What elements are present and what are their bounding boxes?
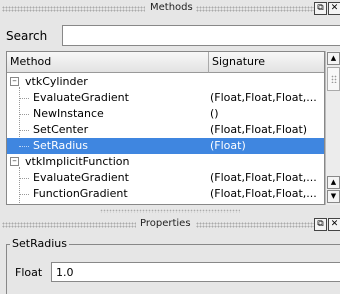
methods-titlebar[interactable]: Methods ⧉ ✕ <box>0 0 340 18</box>
column-header-method[interactable]: Method <box>7 52 209 73</box>
tree-collapse-icon[interactable]: – <box>10 157 19 166</box>
table-row[interactable]: SetCenter (Float,Float,Float) <box>7 122 324 138</box>
methods-panel-title: Methods <box>150 2 193 13</box>
method-name: NewInstance <box>33 107 104 120</box>
panel-splitter-handle[interactable] <box>100 209 240 213</box>
scroll-up-icon[interactable]: ▲ <box>327 176 340 189</box>
scrollbar-thumb-grip <box>331 75 337 83</box>
tree-collapse-icon[interactable]: – <box>10 77 19 86</box>
table-row[interactable]: FunctionGradient (Float,Float,Float,... <box>7 186 324 202</box>
properties-title-grip-left <box>2 222 136 228</box>
method-signature: (Float,Float,Float,... <box>210 171 317 184</box>
search-label: Search <box>6 29 48 43</box>
close-icon[interactable]: ✕ <box>328 2 340 15</box>
method-name: EvaluateGradient <box>33 91 129 104</box>
tree-group-row[interactable]: – vtkCylinder <box>7 74 324 90</box>
method-signature: () <box>210 107 219 120</box>
method-signature: (Float,Float,Float,... <box>210 91 317 104</box>
search-input[interactable] <box>62 25 340 46</box>
tree-branch-line <box>19 194 29 195</box>
method-signature: (Float,Float,Float) <box>210 123 308 136</box>
method-name: SetRadius <box>33 139 88 152</box>
method-name: SetCenter <box>33 123 89 136</box>
table-row-selected[interactable]: SetRadius (Float) <box>7 138 324 154</box>
column-header-signature[interactable]: Signature <box>209 52 324 73</box>
scrollbar-thumb[interactable] <box>327 67 340 91</box>
properties-titlebar[interactable]: Properties ⧉ ✕ <box>0 216 340 234</box>
methods-title-grip-left <box>2 6 145 12</box>
properties-panel-title: Properties <box>140 218 191 229</box>
float-icon[interactable]: ⧉ <box>314 2 327 15</box>
scroll-down-icon[interactable]: ▼ <box>327 190 340 203</box>
tree-branch-line <box>19 114 29 115</box>
scroll-up-icon[interactable]: ▲ <box>327 52 340 65</box>
tree-branch-line <box>19 146 29 147</box>
methods-title-grip-right <box>196 6 314 12</box>
tree-branch-line <box>19 130 29 131</box>
tree-group-name: vtkImplicitFunction <box>25 155 130 168</box>
float-param-input[interactable] <box>51 262 340 282</box>
float-param-label: Float <box>15 266 43 279</box>
float-icon[interactable]: ⧉ <box>314 218 327 231</box>
properties-title-grip-right <box>196 222 314 228</box>
groupbox-title: SetRadius <box>10 237 69 250</box>
close-icon[interactable]: ✕ <box>328 218 340 231</box>
method-name: FunctionGradient <box>33 187 128 200</box>
table-row[interactable]: EvaluateGradient (Float,Float,Float,... <box>7 90 324 106</box>
tree-branch-line <box>19 98 29 99</box>
tree-branch-line <box>19 178 29 179</box>
methods-tree[interactable]: Method Signature – vtkCylinder EvaluateG… <box>6 51 325 205</box>
method-signature: (Float) <box>210 139 246 152</box>
tree-group-name: vtkCylinder <box>25 75 88 88</box>
method-name: EvaluateGradient <box>33 171 129 184</box>
tree-group-row[interactable]: – vtkImplicitFunction <box>7 154 324 170</box>
table-row[interactable]: NewInstance () <box>7 106 324 122</box>
methods-vertical-scrollbar[interactable]: ▲ ▲ ▼ <box>325 51 340 205</box>
table-row[interactable]: EvaluateGradient (Float,Float,Float,... <box>7 170 324 186</box>
method-signature: (Float,Float,Float,... <box>210 187 317 200</box>
